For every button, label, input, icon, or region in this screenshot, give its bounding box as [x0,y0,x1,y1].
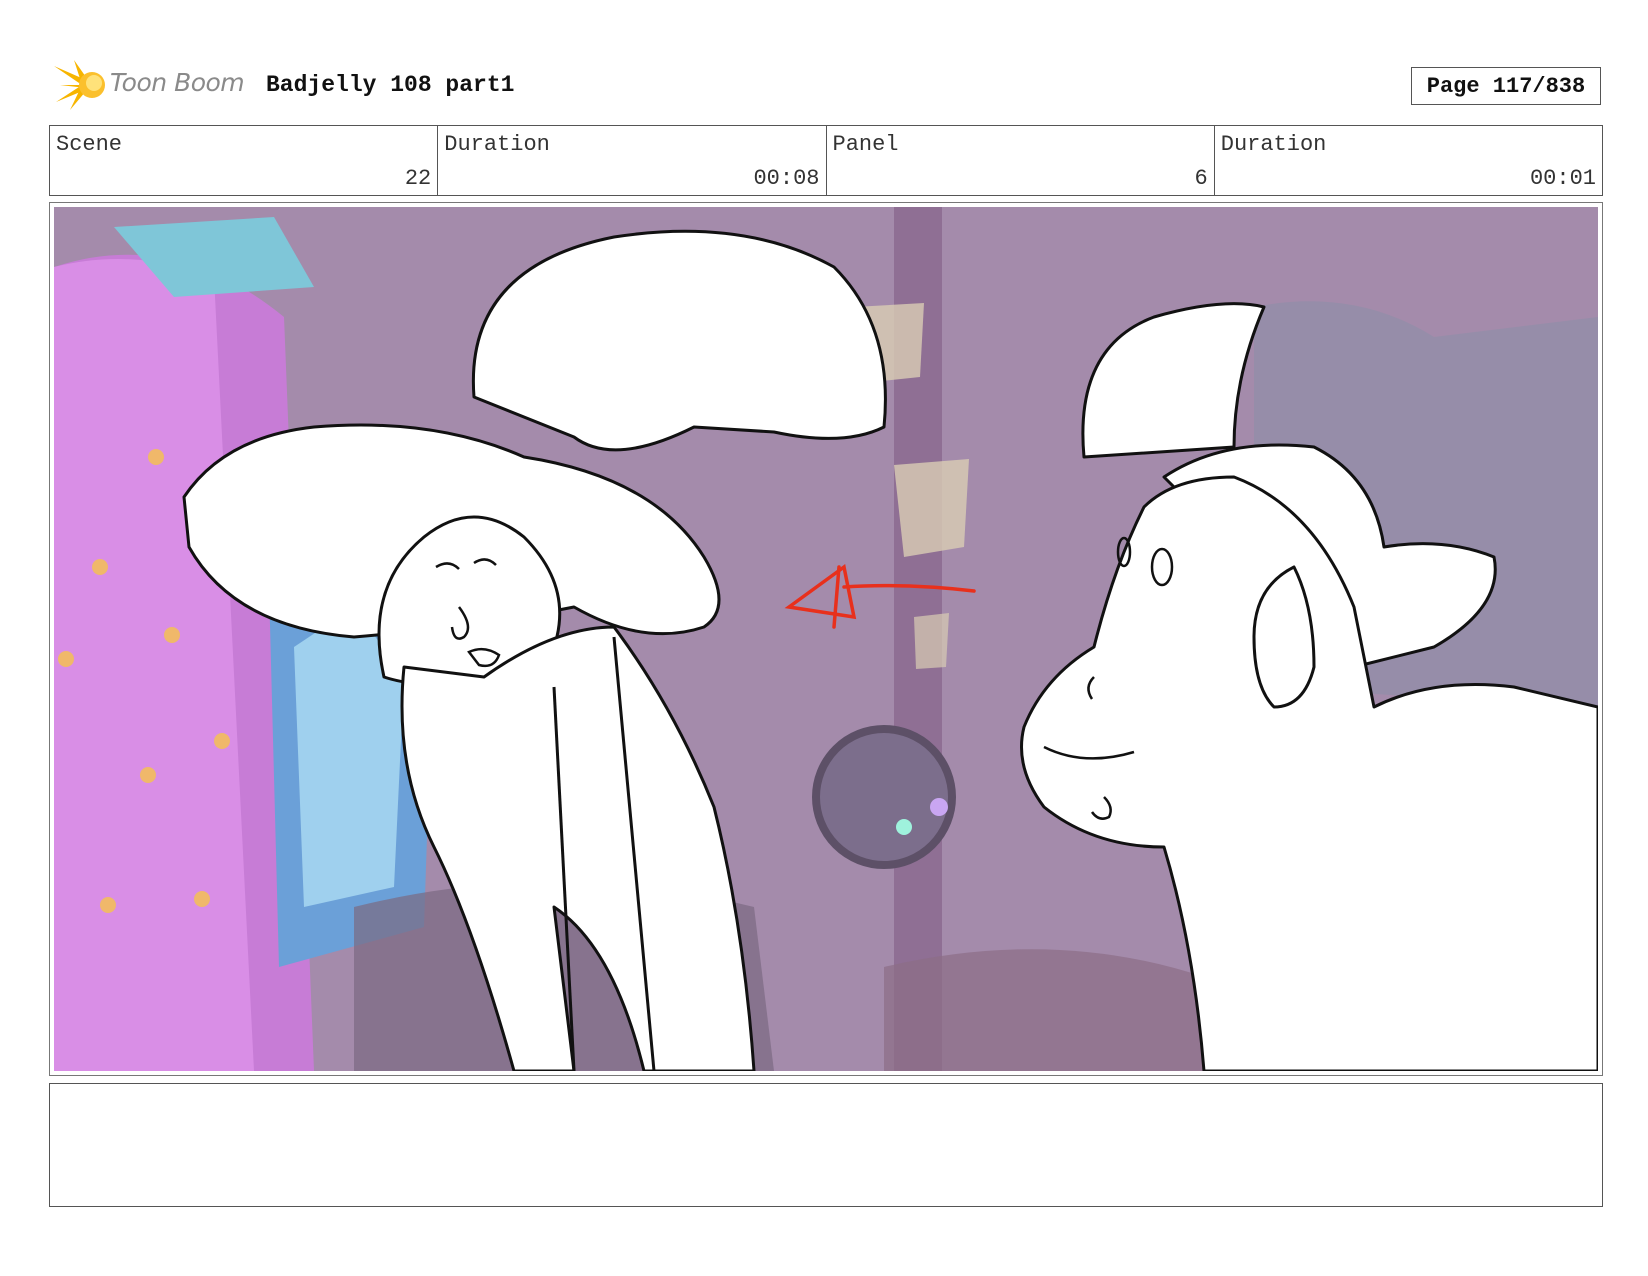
mushroom-glow-1 [896,819,912,835]
scene-value: 22 [404,166,432,191]
toon-boom-logo: Toon Boom [52,58,252,112]
mushroom-glow-2 [930,798,948,816]
panel-cell: Panel 6 [827,126,1215,195]
panel-notes-box[interactable] [49,1083,1603,1207]
page-indicator: Page 117/838 [1411,67,1601,105]
scene-duration-cell: Duration 00:08 [438,126,827,195]
wall-note-3 [914,613,949,669]
storyboard-panel [49,202,1603,1076]
scene-duration-label: Duration [444,132,550,157]
panel-duration-label: Duration [1220,132,1327,157]
panel-drawing [54,207,1598,1071]
scene-duration-value: 00:08 [753,166,820,191]
panel-value: 6 [1194,166,1208,191]
starburst-logo-icon [54,60,105,110]
wall-note-2 [894,459,969,557]
scene-info-table: Scene 22 Duration 00:08 Panel 6 Duration… [49,125,1603,196]
scene-cell: Scene 22 [50,126,439,195]
logo-wordmark: Toon Boom [110,68,245,97]
panel-duration-value: 00:01 [1529,166,1596,191]
round-mirror [812,725,956,869]
panel-label: Panel [832,132,899,157]
scene-label: Scene [56,132,123,157]
page-number-label: Page 117/838 [1426,73,1586,99]
panel-duration-cell: Duration 00:01 [1215,126,1602,195]
table-right [884,949,1214,1071]
project-title: Badjelly 108 part1 [266,72,515,98]
